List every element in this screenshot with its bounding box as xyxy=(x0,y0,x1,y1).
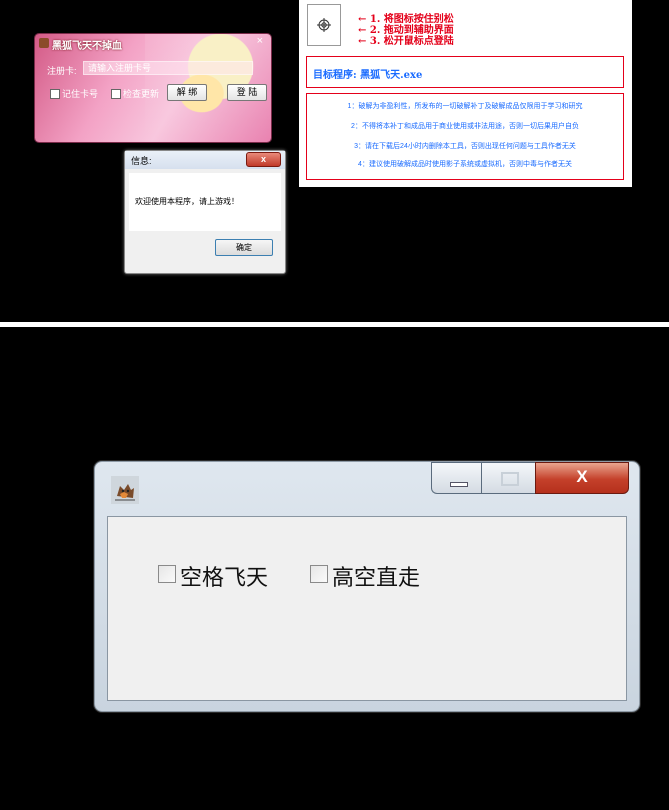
disclaimer-box: 1：破解为非盈利性，所发布的一切破解补丁及破解成品仅限用于学习和研究 2：不得将… xyxy=(306,93,624,180)
disclaimer-line: 1：破解为非盈利性，所发布的一切破解补丁及破解成品仅限用于学习和研究 xyxy=(347,103,583,110)
target-program-label: 目标程序: 黑狐飞天.exe xyxy=(313,70,423,81)
check-update-label: 检查更新 xyxy=(123,89,160,99)
disclaimer-line: 3：请在下载后24小时内删除本工具，否则出现任何问题与工具作者无关 xyxy=(354,143,576,150)
info-dialog-title: 信息: xyxy=(131,156,152,166)
maximize-icon xyxy=(501,472,519,486)
panel-divider xyxy=(0,322,669,327)
crosshair-icon[interactable] xyxy=(317,18,331,32)
unbind-button[interactable]: 解 绑 xyxy=(167,84,207,101)
high-walk-checkbox[interactable] xyxy=(310,565,328,583)
login-window: 黑狐飞天不掉血 × 注册卡: 请输入注册卡号 记住卡号 检查更新 解 绑 登 陆 xyxy=(35,34,271,142)
top-screenshot-panel: 黑狐飞天不掉血 × 注册卡: 请输入注册卡号 记住卡号 检查更新 解 绑 登 陆… xyxy=(0,0,669,322)
remember-card-label: 记住卡号 xyxy=(62,89,99,99)
space-fly-label[interactable]: 空格飞天 xyxy=(180,560,268,592)
high-walk-label[interactable]: 高空直走 xyxy=(332,560,420,592)
target-program-box: 目标程序: 黑狐飞天.exe xyxy=(306,56,624,88)
info-dialog: 信息: x 欢迎使用本程序，请上游戏！ 确定 xyxy=(124,150,286,274)
disclaimer-line: 4：建议使用破解成品时使用影子系统或虚拟机，否则中毒与作者无关 xyxy=(358,161,572,168)
client-area: 空格飞天 高空直走 xyxy=(107,516,627,701)
minimize-icon xyxy=(450,482,468,487)
main-window: X 空格飞天 高空直走 xyxy=(94,461,640,712)
login-window-title: 黑狐飞天不掉血 xyxy=(52,41,122,52)
ok-button[interactable]: 确定 xyxy=(215,239,273,256)
close-icon[interactable]: × xyxy=(257,35,263,47)
fox-app-icon xyxy=(111,476,139,504)
space-fly-checkbox[interactable] xyxy=(158,565,176,583)
disclaimer-line: 2：不得将本补丁和成品用于商业使用或非法用途，否则一切后果用户自负 xyxy=(351,123,579,130)
close-button[interactable]: X xyxy=(535,462,629,494)
instruction-step-3: ← 3. 松开鼠标点登陆 xyxy=(358,36,454,47)
reg-card-input[interactable]: 请输入注册卡号 xyxy=(83,61,253,75)
app-icon xyxy=(39,38,49,48)
caption-buttons: X xyxy=(431,462,629,494)
login-button[interactable]: 登 陆 xyxy=(227,84,267,101)
minimize-button[interactable] xyxy=(431,462,482,494)
close-icon[interactable]: x xyxy=(246,152,281,167)
reg-card-label: 注册卡: xyxy=(47,66,77,76)
check-update-checkbox[interactable] xyxy=(111,89,121,99)
instruction-panel: ← 1. 将图标按住别松 ← 2. 拖动到辅助界面 ← 3. 松开鼠标点登陆 目… xyxy=(299,0,632,187)
maximize-button[interactable] xyxy=(481,462,536,494)
info-message: 欢迎使用本程序，请上游戏！ xyxy=(135,197,239,206)
target-drag-box[interactable] xyxy=(307,4,341,46)
remember-card-checkbox[interactable] xyxy=(50,89,60,99)
